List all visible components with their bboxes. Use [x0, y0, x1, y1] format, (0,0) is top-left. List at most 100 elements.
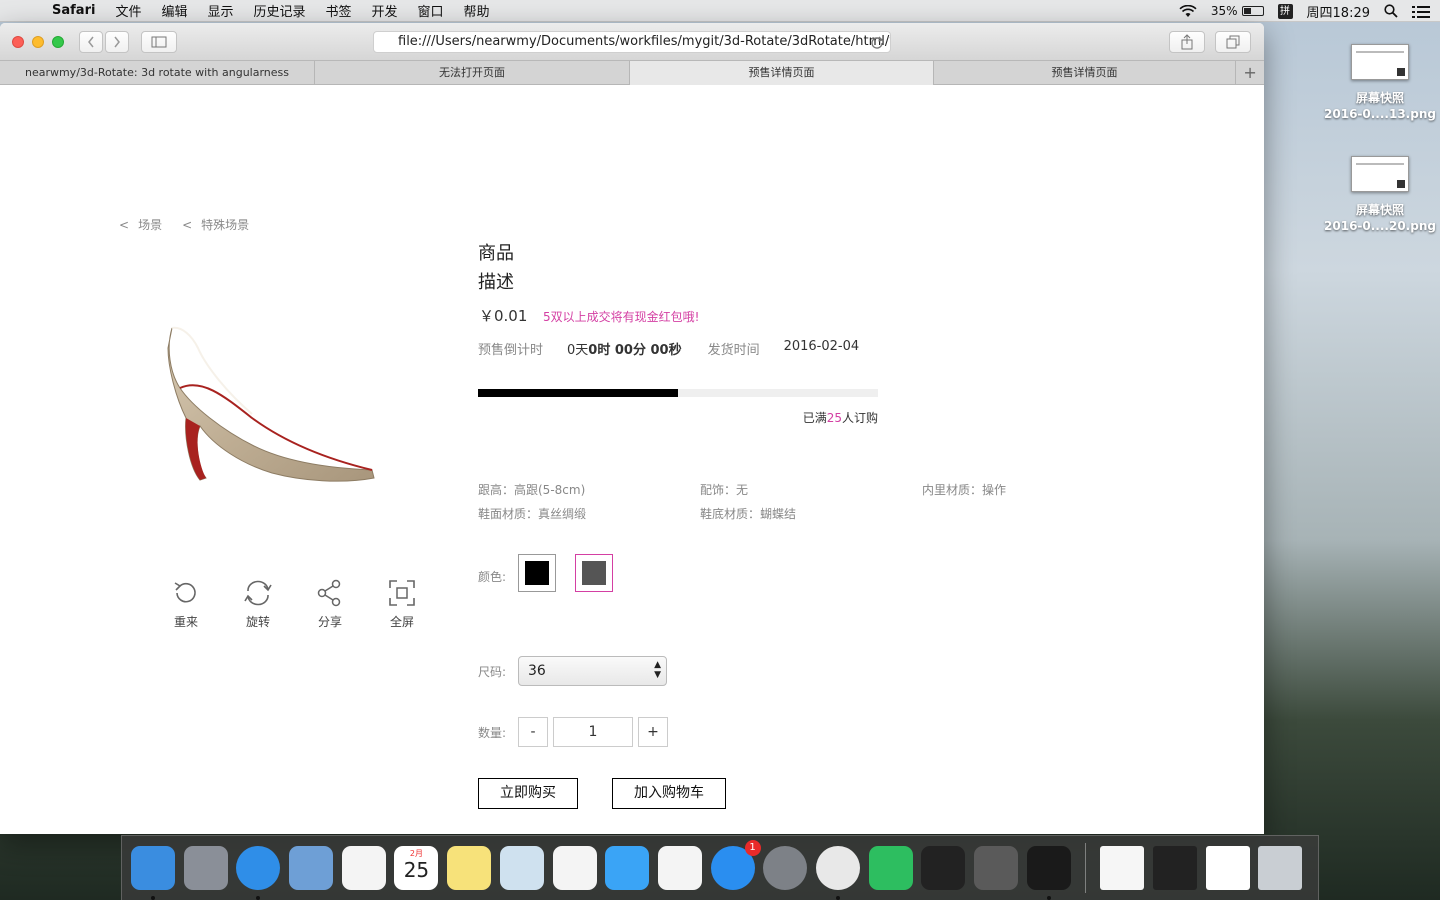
action-label: 重来	[173, 615, 198, 629]
spotlight-search-icon[interactable]	[1384, 4, 1398, 18]
tab-bar: nearwmy/3d-Rotate: 3d rotate with angula…	[0, 61, 1264, 85]
menu-file[interactable]: 文件	[115, 1, 141, 20]
desktop-file-screenshot-1[interactable]: 屏幕快照 2016-0....13.png	[1320, 44, 1440, 122]
size-label: 尺码:	[478, 664, 507, 679]
sidebar-toggle-button[interactable]	[141, 31, 177, 53]
ship-date: 2016-02-04	[783, 339, 860, 354]
dock-notes-icon[interactable]	[447, 846, 492, 890]
order-progress-bar	[478, 389, 878, 397]
dock-qq-icon[interactable]	[921, 846, 966, 890]
dock-evernote-icon[interactable]	[868, 846, 913, 890]
back-button[interactable]	[79, 31, 103, 53]
quantity-increase-button[interactable]: +	[638, 717, 668, 747]
battery-percent: 35%	[1210, 4, 1238, 18]
dock-chrome-icon[interactable]	[815, 846, 860, 900]
breadcrumb-special-scene[interactable]: < 特殊场景	[182, 216, 249, 233]
screenshot-thumbnail-icon	[1351, 156, 1409, 192]
color-swatch-black[interactable]	[518, 554, 556, 592]
dock-sublime-text-icon[interactable]	[974, 846, 1018, 890]
dock-photos-icon[interactable]	[552, 846, 597, 890]
chevron-left-icon	[88, 36, 94, 48]
menu-develop[interactable]: 开发	[372, 1, 398, 20]
fullscreen-icon	[389, 580, 415, 606]
dock-mail-icon[interactable]	[289, 846, 334, 890]
breadcrumb-label: 场景	[138, 218, 163, 232]
color-chip	[525, 561, 549, 585]
ordered-prefix: 已满	[802, 411, 827, 425]
dock-messages-icon[interactable]	[605, 846, 650, 890]
dock-safari-icon[interactable]	[236, 846, 281, 900]
zoom-window-button[interactable]	[52, 36, 64, 48]
input-method-icon[interactable]: 拼	[1277, 3, 1293, 19]
notification-badge: 1	[744, 840, 761, 856]
reload-icon[interactable]	[870, 32, 884, 52]
address-bar[interactable]: file:///Users/nearwmy/Documents/workfile…	[373, 31, 891, 53]
tab-github[interactable]: nearwmy/3d-Rotate: 3d rotate with angula…	[0, 61, 315, 85]
countdown-time: 0时 00分 00秒	[588, 343, 682, 358]
menu-bookmarks[interactable]: 书签	[326, 1, 352, 20]
product-shoe-image[interactable]	[162, 318, 382, 488]
buy-now-button[interactable]: 立即购买	[478, 778, 578, 809]
countdown-days: 0天	[567, 343, 589, 358]
menu-help[interactable]: 帮助	[464, 1, 490, 20]
breadcrumb-scene[interactable]: < 场景	[119, 216, 162, 233]
battery-status[interactable]: 35%	[1211, 4, 1264, 18]
tab-cannot-open[interactable]: 无法打开页面	[315, 61, 630, 85]
size-select[interactable]: 36 ▲ ▼	[518, 656, 667, 686]
tab-presale-detail-active[interactable]: 预售详情页面	[630, 61, 935, 85]
quantity-stepper: 数量: - 1 +	[478, 717, 668, 747]
dock-system-preferences-icon[interactable]	[763, 846, 808, 890]
menu-view[interactable]: 显示	[207, 1, 233, 20]
menu-history[interactable]: 历史记录	[253, 1, 305, 20]
quantity-decrease-button[interactable]: -	[518, 717, 548, 747]
menu-edit[interactable]: 编辑	[161, 1, 187, 20]
tabs-icon	[1226, 35, 1240, 49]
close-window-button[interactable]	[12, 36, 24, 48]
page-content: < 场景 < 特殊场景 重来 旋转 分享 全屏 商品 描述 ￥0.01 5双以上…	[0, 85, 1264, 834]
quantity-input[interactable]: 1	[553, 717, 633, 747]
size-value: 36	[528, 663, 546, 679]
add-to-cart-button[interactable]: 加入购物车	[612, 778, 726, 809]
share-button[interactable]	[1169, 31, 1205, 53]
desktop-file-name: 屏幕快照	[1355, 203, 1404, 217]
dock-browser-window-icon[interactable]	[1205, 846, 1250, 890]
menu-window[interactable]: 窗口	[418, 1, 444, 20]
new-tab-button[interactable]: +	[1236, 61, 1264, 85]
dock-finder-icon[interactable]	[131, 846, 175, 900]
clock[interactable]: 周四18:29	[1307, 2, 1370, 21]
ordered-number: 25	[826, 411, 842, 425]
desktop-file-name: 屏幕快照	[1355, 91, 1404, 105]
color-swatch-gray[interactable]	[575, 554, 613, 592]
forward-button[interactable]	[105, 31, 129, 53]
calendar-day: 25	[403, 858, 430, 882]
dock-terminal-icon[interactable]	[1026, 846, 1071, 900]
share-action[interactable]: 分享	[294, 579, 366, 630]
share-nodes-icon	[317, 579, 341, 607]
dock-terminal-window-icon[interactable]	[1153, 846, 1198, 890]
tab-overview-button[interactable]	[1215, 31, 1251, 53]
battery-icon	[1241, 6, 1264, 16]
tab-presale-detail[interactable]: 预售详情页面	[934, 61, 1237, 85]
fullscreen-action[interactable]: 全屏	[366, 579, 438, 630]
color-chip	[582, 561, 606, 585]
product-title: 商品	[478, 243, 514, 264]
dock-calendar-icon[interactable]: 2月 25	[394, 846, 439, 890]
desktop-file-screenshot-2[interactable]: 屏幕快照 2016-0....20.png	[1320, 156, 1440, 234]
safari-window: file:///Users/nearwmy/Documents/workfile…	[0, 23, 1264, 834]
reset-action[interactable]: 重来	[150, 579, 222, 630]
countdown-row: 预售倒计时 0天 0时 00分 00秒 发货时间 2016-02-04	[478, 339, 859, 358]
wifi-icon[interactable]	[1179, 4, 1197, 18]
attribute-lining: 内里材质：操作	[922, 483, 1007, 497]
rotate-action[interactable]: 旋转	[222, 579, 294, 630]
dock-preview-icon[interactable]	[499, 846, 544, 890]
minimize-window-button[interactable]	[32, 36, 44, 48]
dock-numbers-icon[interactable]	[657, 846, 702, 890]
running-indicator	[151, 896, 155, 900]
dock-trash-icon[interactable]	[1258, 846, 1303, 890]
menu-app-safari[interactable]: Safari	[52, 3, 95, 18]
notification-center-icon[interactable]	[1412, 5, 1430, 18]
dock-document-icon[interactable]	[1100, 846, 1145, 890]
dock-reminders-icon[interactable]	[341, 846, 386, 890]
dock-app-store-icon[interactable]: 1	[710, 840, 761, 890]
dock-launchpad-icon[interactable]	[183, 846, 228, 890]
